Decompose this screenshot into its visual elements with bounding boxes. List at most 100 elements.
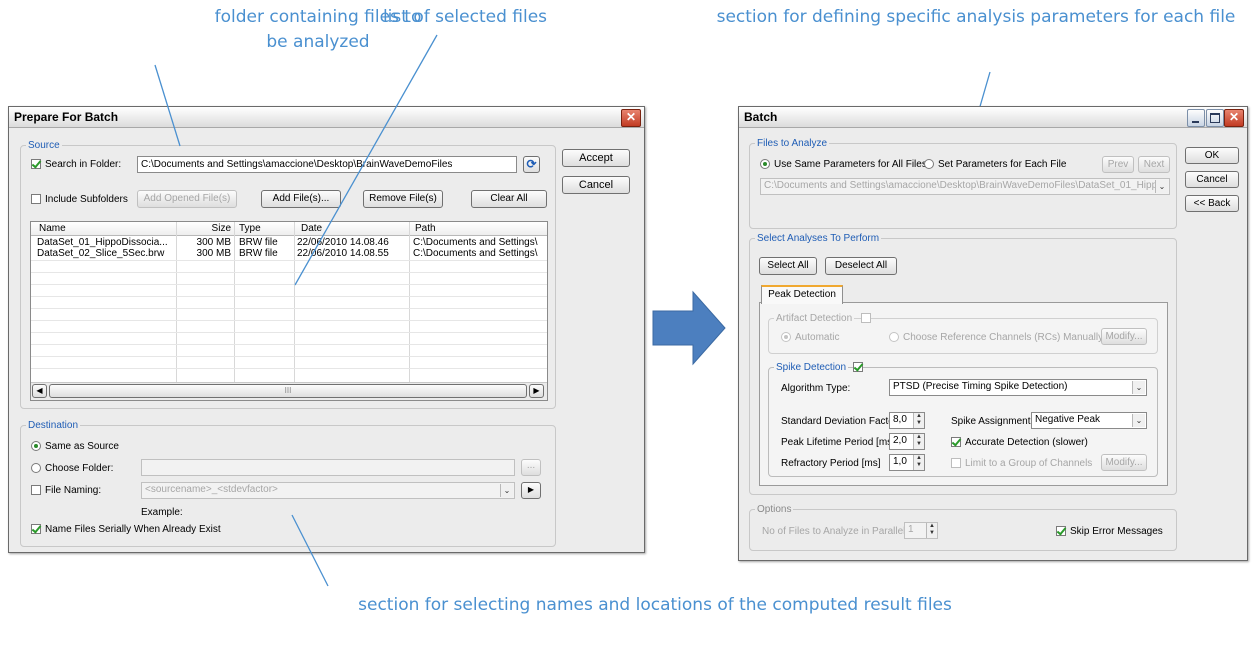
peak-lifetime-stepper[interactable]: 2,0 ▲ ▼: [889, 433, 925, 450]
file-selector-dropdown[interactable]: C:\Documents and Settings\amaccione\Desk…: [760, 178, 1170, 195]
select-analyses-legend: Select Analyses To Perform: [755, 232, 882, 245]
spin-arrows-icon[interactable]: ▲ ▼: [913, 434, 924, 449]
refractory-period-stepper[interactable]: 1,0 ▲ ▼: [889, 454, 925, 471]
spike-detection-checkbox[interactable]: [853, 362, 863, 372]
add-opened-files-button[interactable]: Add Opened File(s): [137, 190, 237, 208]
choose-rcs-radio[interactable]: [889, 332, 899, 342]
column-header-date[interactable]: Date: [301, 223, 322, 234]
horizontal-scrollbar[interactable]: ◀ III ▶: [31, 382, 547, 400]
spike-assignment-dropdown[interactable]: Negative Peak ⌄: [1031, 412, 1147, 429]
set-params-radio[interactable]: [924, 159, 934, 169]
parallel-files-value: 1: [908, 524, 914, 535]
artifact-detection-group: Artifact Detection Automatic Choose Refe…: [768, 312, 1158, 354]
select-all-button[interactable]: Select All: [759, 257, 817, 275]
std-deviation-factor-value: 8,0: [893, 414, 907, 425]
annotation-parameters: section for defining specific analysis p…: [716, 7, 1236, 27]
destination-folder-input[interactable]: [141, 459, 515, 476]
maximize-icon[interactable]: [1206, 109, 1224, 127]
back-button[interactable]: << Back: [1185, 195, 1239, 212]
table-row-2-type: BRW file: [239, 248, 278, 259]
close-icon[interactable]: ✕: [621, 109, 641, 127]
artifact-modify-button[interactable]: Modify...: [1101, 328, 1147, 345]
spin-arrows-icon[interactable]: ▲ ▼: [926, 523, 937, 538]
window-titlebar: Prepare For Batch ✕: [9, 107, 644, 128]
next-button[interactable]: Next: [1138, 156, 1170, 173]
limit-group-label: Limit to a Group of Channels: [965, 458, 1093, 469]
file-naming-value: <sourcename>_<stdevfactor>: [145, 484, 278, 495]
annotation-destination: section for selecting names and location…: [358, 595, 952, 615]
close-icon[interactable]: ✕: [1224, 109, 1244, 127]
ok-button[interactable]: OK: [1185, 147, 1239, 164]
table-row-1-date: 22/06/2010 14.08.46: [297, 237, 389, 248]
spike-assignment-label: Spike Assignment:: [951, 416, 1034, 427]
include-subfolders-checkbox[interactable]: [31, 194, 41, 204]
same-params-radio[interactable]: [760, 159, 770, 169]
scroll-thumb[interactable]: III: [49, 384, 527, 398]
example-label: Example:: [141, 507, 183, 518]
file-selector-value: C:\Documents and Settings\amaccione\Desk…: [764, 180, 1163, 191]
table-row-1-name[interactable]: DataSet_01_HippoDissocia...: [37, 237, 173, 248]
name-serially-checkbox[interactable]: [31, 524, 41, 534]
spike-assignment-value: Negative Peak: [1035, 414, 1101, 425]
algorithm-type-label: Algorithm Type:: [781, 383, 851, 394]
accept-button[interactable]: Accept: [562, 149, 630, 167]
minimize-icon[interactable]: [1187, 109, 1205, 127]
parallel-files-stepper[interactable]: 1 ▲ ▼: [904, 522, 938, 539]
chevron-down-icon: ⌄: [500, 484, 513, 497]
limit-group-checkbox[interactable]: [951, 458, 961, 468]
parallel-files-label: No of Files to Analyze in Parallel: [762, 526, 906, 537]
spin-arrows-icon[interactable]: ▲ ▼: [913, 455, 924, 470]
same-as-source-radio[interactable]: [31, 441, 41, 451]
table-row-1-path: C:\Documents and Settings\: [413, 237, 538, 248]
limit-modify-button[interactable]: Modify...: [1101, 454, 1147, 471]
chevron-down-icon: ⌄: [1132, 381, 1145, 394]
std-deviation-factor-stepper[interactable]: 8,0 ▲ ▼: [889, 412, 925, 429]
chevron-down-icon: ⌄: [1155, 180, 1168, 193]
table-row-2-date: 22/06/2010 14.08.55: [297, 248, 389, 259]
cancel-button[interactable]: Cancel: [562, 176, 630, 194]
table-row-2-name[interactable]: DataSet_02_Slice_5Sec.brw: [37, 248, 173, 259]
add-files-button[interactable]: Add File(s)...: [261, 190, 341, 208]
tab-peak-detection[interactable]: Peak Detection: [761, 285, 843, 304]
source-legend: Source: [26, 139, 62, 152]
table-row-2-size: 300 MB: [196, 248, 231, 259]
search-in-folder-checkbox[interactable]: [31, 159, 41, 169]
prev-button[interactable]: Prev: [1102, 156, 1134, 173]
peak-detection-panel: Artifact Detection Automatic Choose Refe…: [759, 302, 1168, 486]
options-legend: Options: [755, 503, 794, 516]
remove-files-button[interactable]: Remove File(s): [363, 190, 443, 208]
automatic-radio[interactable]: [781, 332, 791, 342]
clear-all-button[interactable]: Clear All: [471, 190, 547, 208]
deselect-all-button[interactable]: Deselect All: [825, 257, 897, 275]
scroll-left-icon[interactable]: ◀: [32, 384, 47, 398]
choose-folder-radio[interactable]: [31, 463, 41, 473]
scroll-right-icon[interactable]: ▶: [529, 384, 544, 398]
window-titlebar: Batch ✕: [739, 107, 1247, 128]
refractory-period-value: 1,0: [893, 456, 907, 467]
file-naming-label: File Naming:: [45, 485, 102, 496]
set-params-label: Set Parameters for Each File: [938, 159, 1067, 170]
arrow-right-icon: [652, 290, 726, 366]
options-group: Options No of Files to Analyze in Parall…: [749, 503, 1177, 551]
file-naming-dropdown[interactable]: <sourcename>_<stdevfactor> ⌄: [141, 482, 515, 499]
column-header-path[interactable]: Path: [415, 223, 436, 234]
window-title: Batch: [744, 110, 778, 124]
file-naming-checkbox[interactable]: [31, 485, 41, 495]
refresh-icon[interactable]: ⟳: [523, 156, 540, 173]
preview-play-icon[interactable]: ▶: [521, 482, 541, 499]
same-params-label: Use Same Parameters for All Files: [774, 159, 927, 170]
browse-folder-button[interactable]: ...: [521, 459, 541, 476]
artifact-detection-checkbox[interactable]: [861, 313, 871, 323]
column-header-type[interactable]: Type: [239, 223, 261, 234]
algorithm-type-dropdown[interactable]: PTSD (Precise Timing Spike Detection) ⌄: [889, 379, 1147, 396]
file-list-table[interactable]: Name Size Type Date Path DataSet_01_Hipp…: [30, 221, 548, 401]
column-header-name[interactable]: Name: [39, 223, 66, 234]
include-subfolders-label: Include Subfolders: [45, 194, 128, 205]
column-header-size[interactable]: Size: [181, 223, 231, 234]
files-to-analyze-group: Files to Analyze Use Same Parameters for…: [749, 137, 1177, 229]
cancel-button[interactable]: Cancel: [1185, 171, 1239, 188]
search-folder-input[interactable]: C:\Documents and Settings\amaccione\Desk…: [137, 156, 517, 173]
skip-error-messages-checkbox[interactable]: [1056, 526, 1066, 536]
accurate-detection-checkbox[interactable]: [951, 437, 961, 447]
spin-arrows-icon[interactable]: ▲ ▼: [913, 413, 924, 428]
